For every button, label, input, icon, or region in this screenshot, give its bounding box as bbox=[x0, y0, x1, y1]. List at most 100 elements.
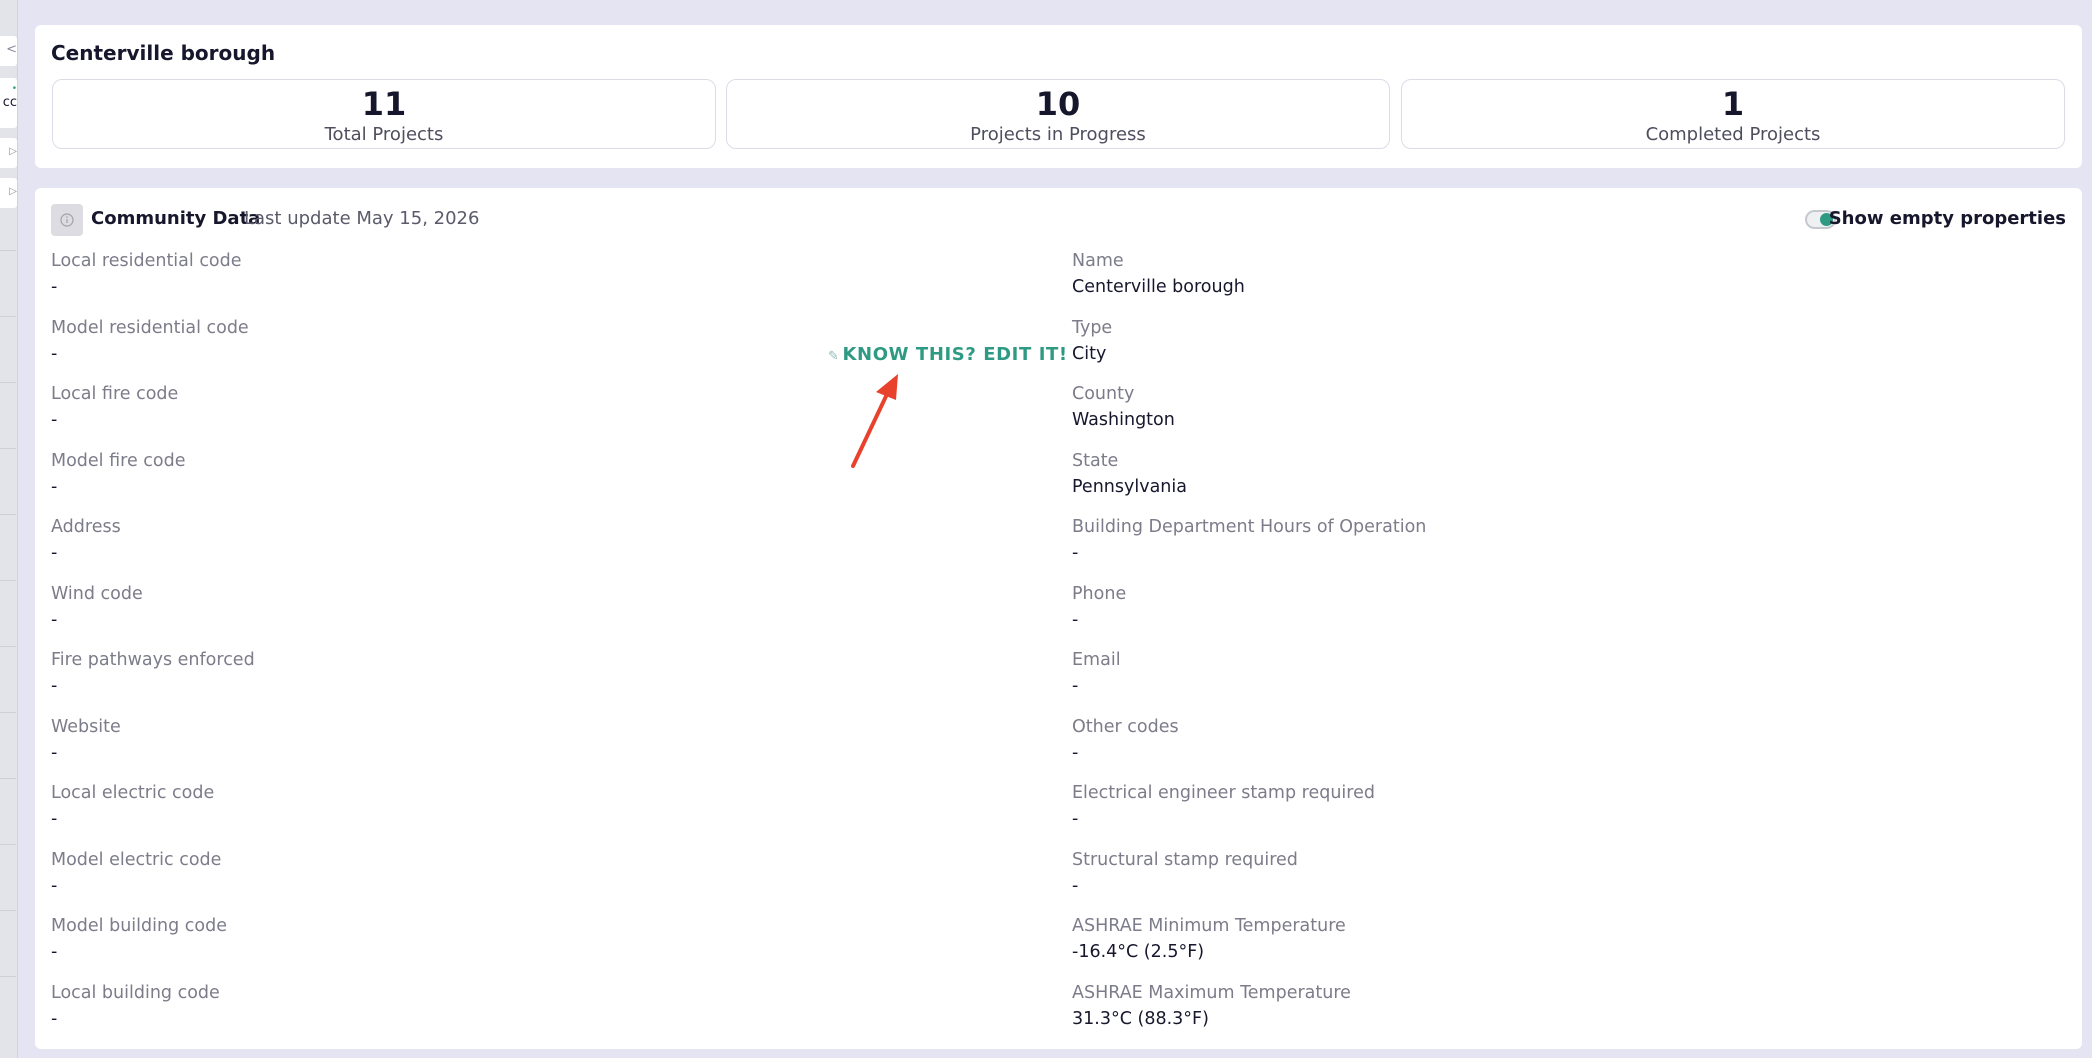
sidebar-tab-icon[interactable]: ▷ bbox=[0, 138, 17, 168]
property-value: - bbox=[1072, 809, 1079, 829]
property-field: Model fire code - bbox=[51, 450, 185, 498]
divider bbox=[0, 778, 16, 779]
property-value: 31.3°C (88.3°F) bbox=[1072, 1008, 1209, 1029]
property-field: Website - bbox=[51, 716, 121, 764]
property-label: Model building code bbox=[51, 916, 227, 936]
property-field: Model electric code - bbox=[51, 849, 221, 897]
divider bbox=[0, 514, 16, 515]
property-value: - bbox=[51, 809, 58, 829]
property-label: Local fire code bbox=[51, 384, 179, 404]
property-label: Model residential code bbox=[51, 317, 249, 338]
property-field: Phone - bbox=[1072, 583, 1126, 631]
property-label: Phone bbox=[1072, 583, 1127, 604]
property-label: ASHRAE Maximum Temperature bbox=[1072, 982, 1351, 1003]
stat-label: Projects in Progress bbox=[970, 124, 1146, 145]
divider bbox=[0, 910, 16, 911]
property-label: Address bbox=[51, 517, 121, 537]
property-value: - bbox=[1072, 609, 1079, 630]
property-label: County bbox=[1072, 384, 1135, 404]
pencil-icon: ✎ bbox=[828, 349, 840, 364]
property-field: Type City bbox=[1072, 317, 1112, 365]
stat-value: 11 bbox=[361, 85, 407, 123]
sidebar-strip: < • cc ▷ ▷ bbox=[0, 0, 18, 1058]
page-title: Centerville borough bbox=[51, 41, 276, 65]
property-field: Local building code - bbox=[51, 982, 220, 1030]
property-field: Model residential code - bbox=[51, 317, 249, 365]
stat-value: 10 bbox=[1035, 85, 1081, 123]
info-circle-icon[interactable] bbox=[51, 204, 83, 236]
property-label: Structural stamp required bbox=[1072, 849, 1298, 870]
property-value: - bbox=[51, 1008, 58, 1029]
property-value: - bbox=[51, 543, 58, 563]
property-value: - bbox=[51, 676, 58, 696]
property-field: ASHRAE Maximum Temperature 31.3°C (88.3°F… bbox=[1072, 982, 1351, 1030]
property-field: Local electric code - bbox=[51, 782, 214, 830]
property-label: ASHRAE Minimum Temperature bbox=[1072, 916, 1346, 936]
divider bbox=[0, 844, 16, 845]
property-label: Wind code bbox=[51, 583, 143, 604]
property-field: Model building code - bbox=[51, 915, 227, 963]
collapse-icon[interactable]: < bbox=[0, 36, 17, 66]
edit-it-link[interactable]: ✎ KNOW THIS? EDIT IT! bbox=[828, 344, 1068, 365]
property-field: State Pennsylvania bbox=[1072, 450, 1187, 498]
property-value: - bbox=[1072, 676, 1079, 696]
property-field: Wind code - bbox=[51, 583, 143, 631]
property-value: - bbox=[51, 410, 58, 430]
property-value: - bbox=[51, 343, 58, 364]
divider bbox=[0, 712, 16, 713]
property-label: Website bbox=[51, 716, 121, 737]
property-label: Local residential code bbox=[51, 251, 242, 271]
sidebar-tab-active[interactable]: • cc bbox=[0, 78, 17, 128]
property-field: Fire pathways enforced - bbox=[51, 649, 255, 697]
page: < • cc ▷ ▷ Centerville borough 11 Total … bbox=[0, 0, 2092, 1058]
property-label: State bbox=[1072, 450, 1119, 471]
property-value: - bbox=[51, 942, 58, 962]
property-field: Structural stamp required - bbox=[1072, 849, 1298, 897]
property-label: Electrical engineer stamp required bbox=[1072, 783, 1375, 803]
sidebar-tab-icon[interactable]: ▷ bbox=[0, 178, 17, 208]
divider bbox=[0, 646, 16, 647]
property-field: Address - bbox=[51, 516, 121, 564]
property-label: Type bbox=[1072, 317, 1113, 338]
divider bbox=[0, 580, 16, 581]
stat-total-projects[interactable]: 11 Total Projects bbox=[52, 79, 716, 149]
summary-card: Centerville borough 11 Total Projects 10… bbox=[35, 25, 2082, 168]
property-value: - bbox=[51, 476, 58, 497]
divider bbox=[0, 448, 16, 449]
property-value: - bbox=[51, 742, 58, 763]
property-field: Other codes - bbox=[1072, 716, 1179, 764]
property-field: Building Department Hours of Operation - bbox=[1072, 516, 1426, 564]
sidebar-tab-text: cc bbox=[2, 95, 17, 110]
last-update-text: Last update May 15, 2026 bbox=[244, 208, 480, 229]
property-value: - bbox=[51, 277, 58, 297]
dot-icon: • bbox=[11, 84, 17, 94]
property-label: Other codes bbox=[1072, 716, 1179, 737]
community-data-card: Community Data Last update May 15, 2026 … bbox=[35, 188, 2082, 1049]
property-label: Fire pathways enforced bbox=[51, 650, 255, 670]
property-label: Local electric code bbox=[51, 783, 215, 803]
property-value: - bbox=[51, 875, 58, 896]
property-label: Building Department Hours of Operation bbox=[1072, 517, 1427, 537]
property-field: Name Centerville borough bbox=[1072, 250, 1245, 298]
stat-label: Completed Projects bbox=[1645, 124, 1821, 145]
section-title: Community Data bbox=[91, 208, 261, 229]
property-label: Model fire code bbox=[51, 450, 186, 471]
property-value: - bbox=[1072, 742, 1079, 763]
show-empty-label[interactable]: Show empty properties bbox=[1829, 208, 2066, 229]
property-value: Washington bbox=[1072, 410, 1175, 430]
divider bbox=[0, 250, 16, 251]
property-field: Email - bbox=[1072, 649, 1121, 697]
property-field: Local residential code - bbox=[51, 250, 242, 298]
divider bbox=[0, 382, 16, 383]
property-field: Electrical engineer stamp required - bbox=[1072, 782, 1375, 830]
property-value: -16.4°C (2.5°F) bbox=[1072, 942, 1205, 962]
divider bbox=[0, 976, 16, 977]
property-field: ASHRAE Minimum Temperature -16.4°C (2.5°F… bbox=[1072, 915, 1346, 963]
edit-it-label: KNOW THIS? EDIT IT! bbox=[842, 344, 1068, 365]
stat-completed-projects[interactable]: 1 Completed Projects bbox=[1401, 79, 2065, 149]
property-label: Local building code bbox=[51, 982, 220, 1003]
property-value: Pennsylvania bbox=[1072, 476, 1187, 497]
stat-projects-in-progress[interactable]: 10 Projects in Progress bbox=[726, 79, 1390, 149]
property-value: - bbox=[1072, 543, 1079, 563]
property-value: City bbox=[1072, 343, 1107, 364]
